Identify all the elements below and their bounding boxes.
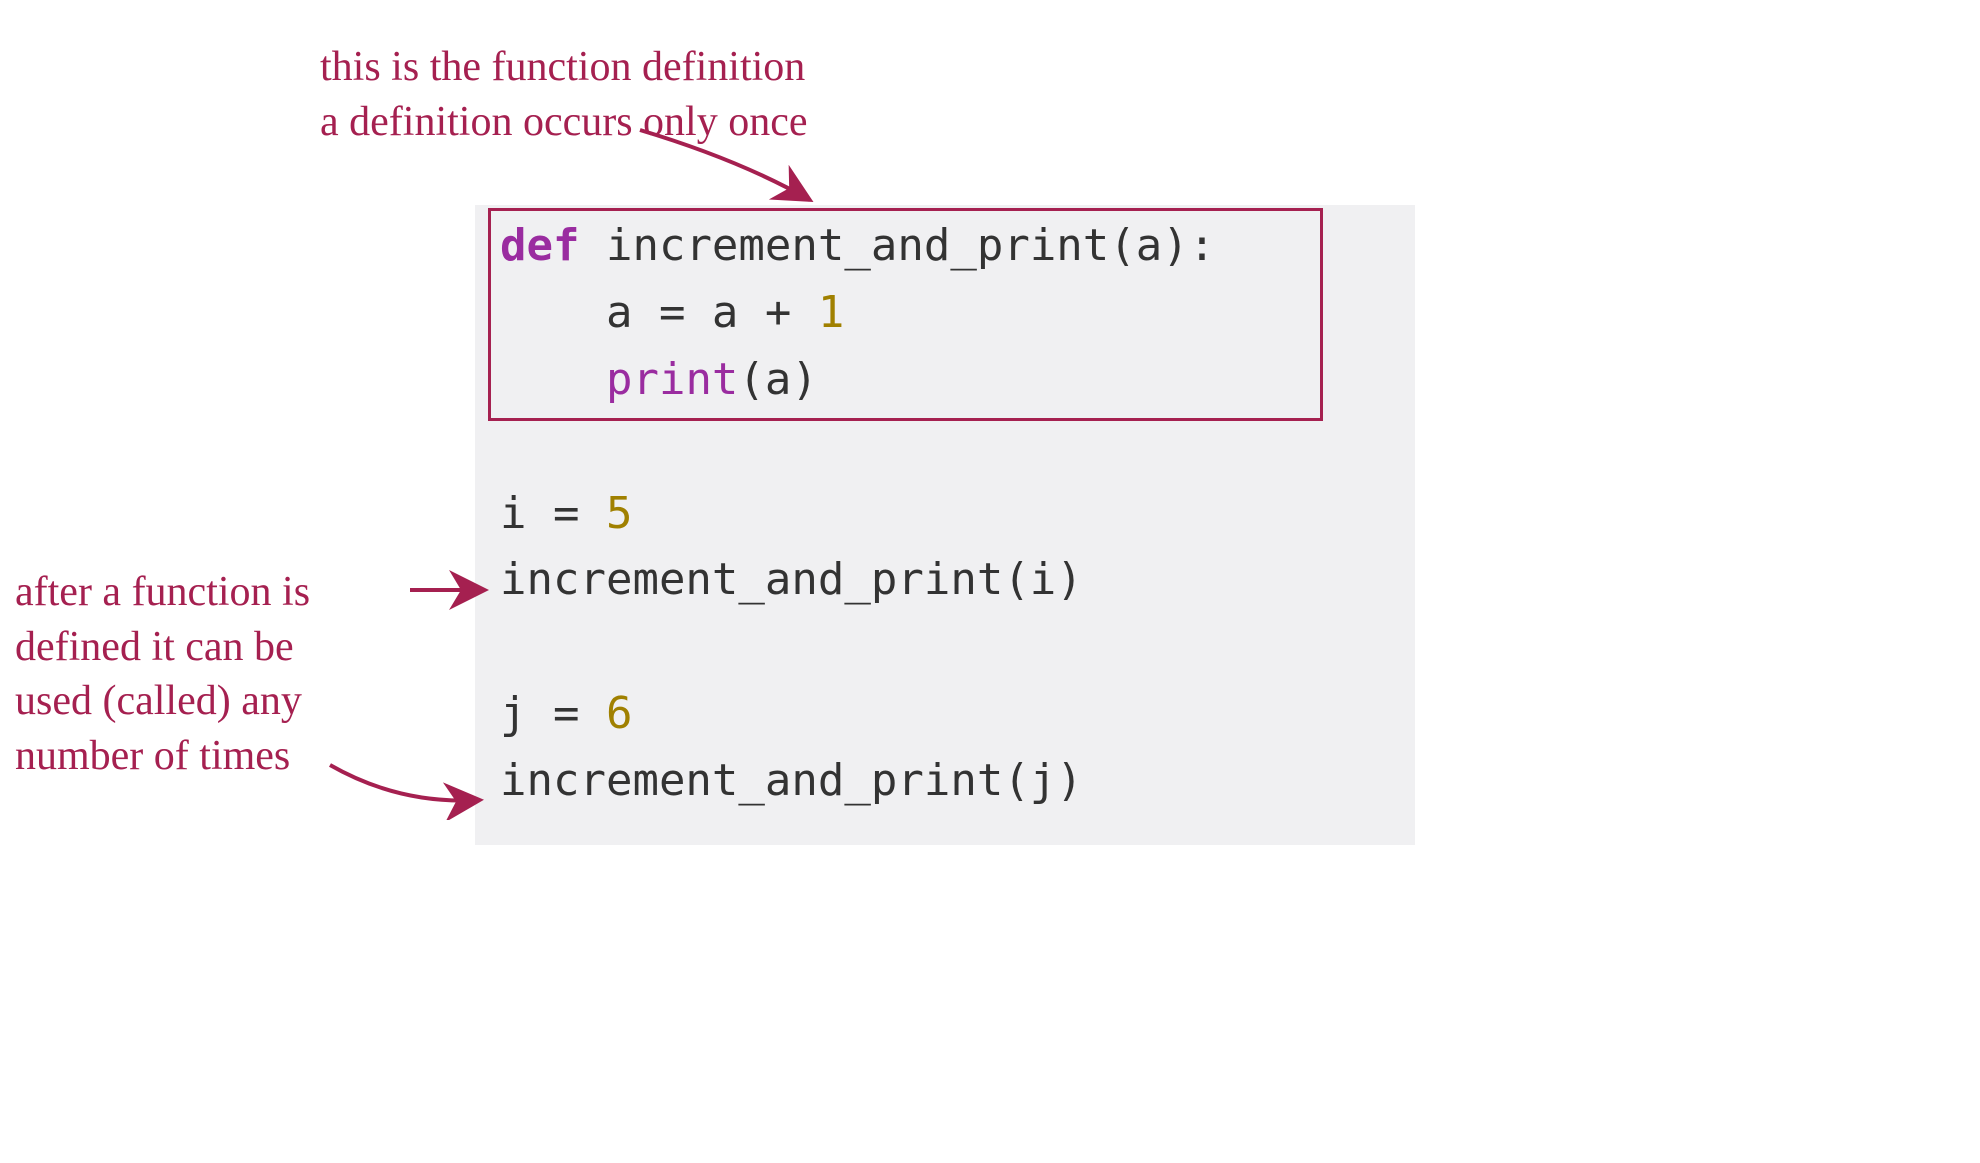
func-signature: increment_and_print(a):	[579, 220, 1215, 271]
code-block: def increment_and_print(a): a = a + 1 pr…	[475, 205, 1415, 845]
annotation-calls: after a function is defined it can be us…	[15, 565, 310, 783]
annotation-text-line: number of times	[15, 729, 310, 784]
number-literal: 1	[818, 287, 845, 338]
keyword-def: def	[500, 220, 579, 271]
annotation-text-line: defined it can be	[15, 620, 310, 675]
code-line-blank	[500, 614, 1390, 681]
builtin-print: print	[606, 354, 738, 405]
code-line-body1: a = a + 1	[500, 280, 1390, 347]
code-line-blank	[500, 414, 1390, 481]
code-line-def: def increment_and_print(a):	[500, 213, 1390, 280]
annotation-text-line: after a function is	[15, 565, 310, 620]
annotation-text-line: used (called) any	[15, 674, 310, 729]
code-line-call-i: increment_and_print(i)	[500, 547, 1390, 614]
annotation-text-line: a definition occurs only once	[320, 95, 808, 150]
number-literal: 5	[606, 488, 633, 539]
code-line-j-assign: j = 6	[500, 681, 1390, 748]
code-line-body2: print(a)	[500, 347, 1390, 414]
annotation-text-line: this is the function definition	[320, 40, 808, 95]
arrow-to-call-j-icon	[320, 750, 500, 820]
number-literal: 6	[606, 688, 633, 739]
code-line-i-assign: i = 5	[500, 481, 1390, 548]
annotation-definition: this is the function definition a defini…	[320, 40, 808, 149]
code-line-call-j: increment_and_print(j)	[500, 748, 1390, 815]
